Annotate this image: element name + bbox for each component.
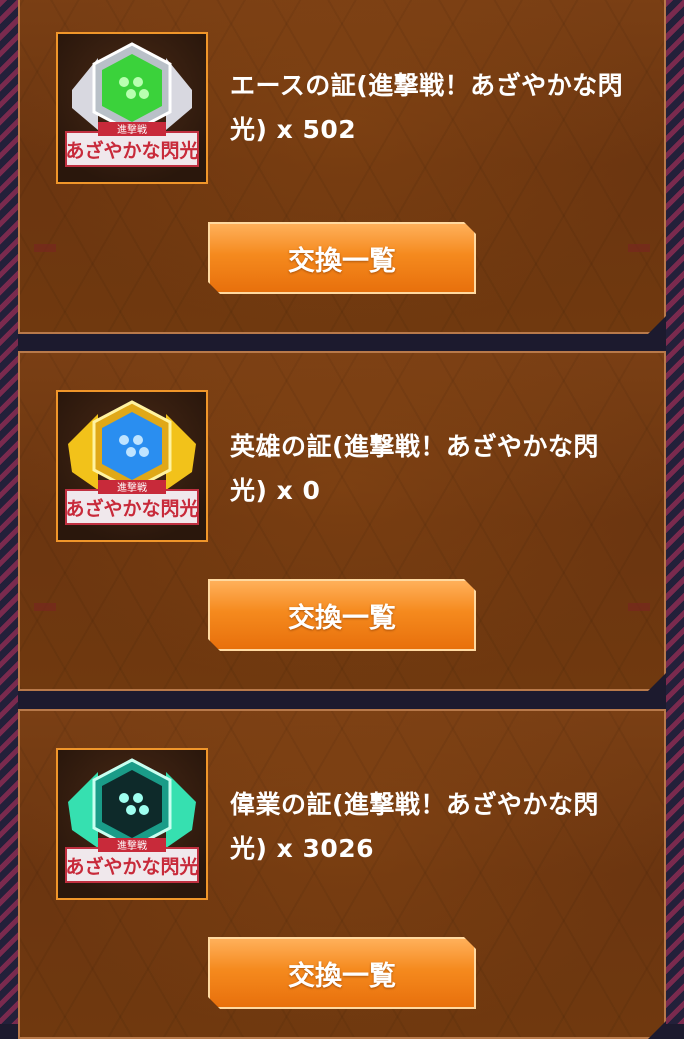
card-side-mark [628,244,650,252]
svg-text:あざやかな閃光: あざやかな閃光 [65,497,198,520]
exchange-list-button[interactable]: 交換一覧 [208,937,476,1009]
item-card-hero: 進撃戦 あざやかな閃光 英雄の証(進撃戦！あざやかな閃光) x 0 交換一覧 [18,351,666,691]
svg-text:あざやかな閃光: あざやかな閃光 [65,139,198,162]
svg-text:進撃戦: 進撃戦 [117,839,147,852]
item-name: 偉業の証(進撃戦！あざやかな閃光) x 3026 [230,790,599,863]
exchange-list-button[interactable]: 交換一覧 [208,222,476,294]
left-decorative-border [0,0,18,1024]
card-side-mark [34,603,56,611]
hero-medal-icon: 進撃戦 あざやかな閃光 [56,390,208,542]
svg-text:進撃戦: 進撃戦 [117,481,147,494]
right-decorative-border [666,0,684,1024]
item-card-feat: 進撃戦 あざやかな閃光 偉業の証(進撃戦！あざやかな閃光) x 3026 交換一… [18,709,666,1039]
item-name: エースの証(進撃戦！あざやかな閃光) x 502 [230,71,624,144]
card-side-mark [628,603,650,611]
item-name: 英雄の証(進撃戦！あざやかな閃光) x 0 [230,432,599,505]
svg-text:進撃戦: 進撃戦 [117,123,147,136]
item-card-ace: 進撃戦 あざやかな閃光 エースの証(進撃戦！あざやかな閃光) x 502 交換一… [18,0,666,334]
svg-text:あざやかな閃光: あざやかな閃光 [65,855,198,878]
exchange-list-button[interactable]: 交換一覧 [208,579,476,651]
card-side-mark [34,244,56,252]
ace-medal-icon: 進撃戦 あざやかな閃光 [56,32,208,184]
feat-medal-icon: 進撃戦 あざやかな閃光 [56,748,208,900]
